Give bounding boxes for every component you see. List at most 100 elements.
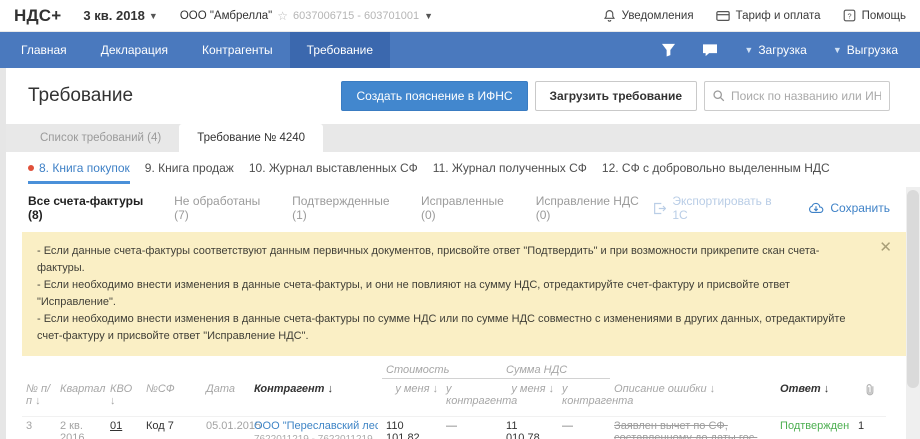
filter-vat-correction[interactable]: Исправление НДС (0) [536, 194, 653, 222]
help-label: Помощь [862, 10, 906, 22]
cell-answer[interactable]: Подтвержден [776, 417, 854, 439]
filter-unprocessed[interactable]: Не обработаны (7) [174, 194, 275, 222]
section-tab-sales-book[interactable]: 9. Книга продаж [145, 161, 234, 181]
create-explanation-button[interactable]: Создать пояснение в ИФНС [341, 81, 527, 111]
table-group-header-row: Стоимость Сумма НДС [22, 364, 886, 379]
notifications-label: Уведомления [622, 10, 694, 22]
topbar-actions: Уведомления Тариф и оплата ? Помощь [603, 9, 906, 22]
search-box [704, 81, 890, 111]
notice-line: - Если необходимо внести изменения в дан… [37, 277, 862, 311]
cell-vat-mine: 11 010.78 [502, 417, 558, 439]
kvo-link[interactable]: 01 [110, 420, 122, 432]
filter-all-invoices[interactable]: Все счета-фактуры (8) [28, 194, 157, 222]
export-1c-button[interactable]: Экспортировать в 1С [653, 194, 784, 222]
filter-corrected[interactable]: Исправленные (0) [421, 194, 519, 222]
cell-num: 3 [22, 417, 56, 439]
col-cost-mine[interactable]: у меня ↓ [382, 379, 442, 417]
filter-button[interactable] [653, 43, 684, 57]
bell-icon [603, 9, 616, 22]
nav-right-actions: ▼ Загрузка ▼ Выгрузка [653, 32, 920, 68]
nav-item-contractors[interactable]: Контрагенты [185, 32, 290, 68]
col-contractor[interactable]: Контрагент ↓ [250, 379, 382, 417]
cell-quarter: 2 кв. 2016 [56, 417, 106, 439]
cell-cost-mine: 110 101.82 [382, 417, 442, 439]
cell-vat-theirs: — [558, 417, 610, 439]
top-bar: НДС+ 3 кв. 2018 ▼ ООО "Амбрелла" ☆ 60370… [0, 0, 920, 32]
download-menu[interactable]: ▼ Выгрузка [825, 43, 906, 57]
tariff-button[interactable]: Тариф и оплата [716, 10, 821, 22]
cell-attachments[interactable]: 1 [854, 417, 886, 439]
close-icon[interactable]: ✕ [879, 240, 892, 255]
section-tab-label: 8. Книга покупок [39, 161, 130, 175]
col-error[interactable]: Описание ошибки ↓ [610, 379, 776, 417]
requirement-tabs: Список требований (4) Требование № 4240 [0, 124, 920, 152]
cell-date: 05.01.2015 [202, 417, 250, 439]
company-name: ООО "Амбрелла" [180, 10, 272, 22]
scrollbar-thumb[interactable] [907, 190, 919, 388]
comments-button[interactable] [694, 43, 726, 57]
period-selector[interactable]: 3 кв. 2018 ▼ [83, 8, 157, 23]
cloud-save-icon [808, 202, 824, 214]
save-label: Сохранить [830, 201, 890, 215]
help-icon: ? [843, 9, 856, 22]
table-row[interactable]: 3 2 кв. 2016 01 Код 7 05.01.2015 ООО "Пе… [22, 417, 886, 439]
funnel-icon [661, 43, 676, 57]
col-kvo[interactable]: КВО ↓ [106, 379, 142, 417]
page-content: Требование Создать пояснение в ИФНС Загр… [0, 68, 920, 439]
chevron-down-icon: ▼ [149, 11, 158, 21]
chevron-down-icon: ▼ [744, 45, 753, 55]
main-nav: Главная Декларация Контрагенты Требовани… [0, 32, 920, 68]
page-title: Требование [28, 85, 133, 107]
cell-kvo: 01 [106, 417, 142, 439]
table-scrollbar[interactable] [906, 187, 920, 439]
cell-contractor: ООО "Переславский лесокомбинат... 762201… [250, 417, 382, 439]
col-cost-theirs[interactable]: у контрагента [442, 379, 502, 417]
cell-cost-theirs: — [442, 417, 502, 439]
cell-error: Заявлен вычет по СФ, составленному до да… [610, 417, 776, 439]
chevron-down-icon: ▼ [833, 45, 842, 55]
col-num[interactable]: № п/п ↓ [22, 379, 56, 417]
col-sf[interactable]: №СФ [142, 379, 202, 417]
search-input[interactable] [704, 81, 890, 111]
period-label: 3 кв. 2018 [83, 8, 144, 23]
company-selector[interactable]: ООО "Амбрелла" ☆ 6037006715 - 603701001 … [180, 9, 433, 23]
filter-confirmed[interactable]: Подтвержденные (1) [292, 194, 404, 222]
col-answer[interactable]: Ответ ↓ [776, 379, 854, 417]
nav-item-declaration[interactable]: Декларация [84, 32, 185, 68]
tab-requirement-4240[interactable]: Требование № 4240 [179, 124, 323, 152]
invoices-table: Стоимость Сумма НДС № п/п ↓ Квартал КВО … [22, 364, 886, 439]
nav-item-home[interactable]: Главная [4, 32, 84, 68]
contractor-link[interactable]: ООО "Переславский лесокомбинат... [254, 420, 378, 432]
upload-menu[interactable]: ▼ Загрузка [736, 43, 814, 57]
section-tab-voluntary-vat[interactable]: 12. СФ с добровольно выделенным НДС [602, 161, 830, 181]
unprocessed-dot-icon [28, 165, 34, 171]
download-label: Выгрузка [847, 43, 898, 57]
notifications-button[interactable]: Уведомления [603, 9, 694, 22]
instructions-notice: - Если данные счета-фактуры соответствую… [22, 232, 906, 356]
paperclip-icon [864, 383, 876, 396]
title-actions: Создать пояснение в ИФНС Загрузить требо… [341, 81, 890, 111]
invoice-filters: Все счета-фактуры (8) Не обработаны (7) … [28, 194, 653, 222]
section-tab-received-journal[interactable]: 11. Журнал полученных СФ [433, 161, 587, 181]
chevron-down-icon: ▼ [424, 11, 433, 21]
load-requirement-button[interactable]: Загрузить требование [535, 81, 697, 111]
col-date[interactable]: Дата [202, 379, 250, 417]
export-1c-label: Экспортировать в 1С [672, 194, 784, 222]
save-button[interactable]: Сохранить [808, 201, 890, 215]
page-left-gutter [0, 68, 6, 439]
section-tab-purchase-book[interactable]: 8. Книга покупок [28, 161, 130, 184]
nav-item-requirement[interactable]: Требование [290, 32, 390, 68]
cell-sf: Код 7 [142, 417, 202, 439]
tab-requirements-list[interactable]: Список требований (4) [22, 124, 179, 152]
invoice-filter-row: Все счета-фактуры (8) Не обработаны (7) … [0, 184, 920, 222]
section-tab-issued-journal[interactable]: 10. Журнал выставленных СФ [249, 161, 418, 181]
section-tabs: 8. Книга покупок 9. Книга продаж 10. Жур… [0, 152, 920, 184]
col-vat-theirs[interactable]: у контрагента [558, 379, 610, 417]
help-button[interactable]: ? Помощь [843, 9, 906, 22]
upload-label: Загрузка [758, 43, 807, 57]
tariff-label: Тариф и оплата [736, 10, 821, 22]
star-icon[interactable]: ☆ [277, 9, 288, 23]
col-quarter[interactable]: Квартал [56, 379, 106, 417]
app-logo: НДС+ [14, 6, 61, 26]
notice-line: - Если необходимо внести изменения в дан… [37, 311, 862, 345]
